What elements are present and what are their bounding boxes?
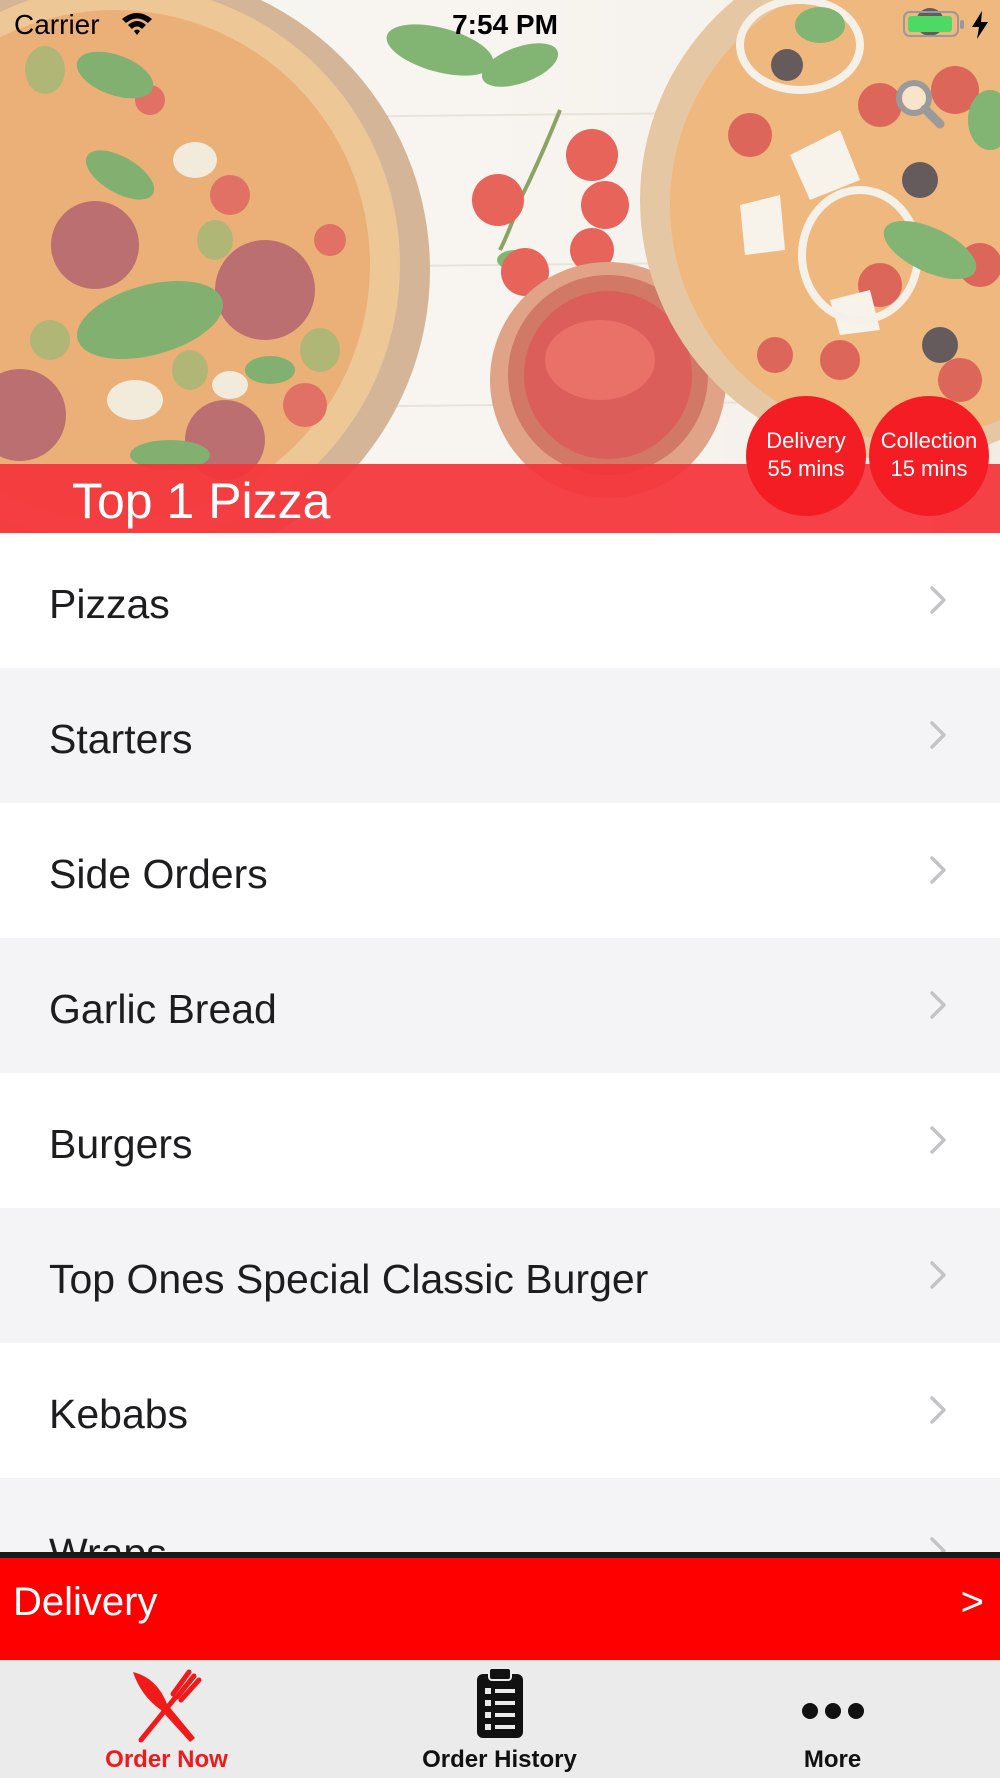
tab-more[interactable]: More [666, 1660, 999, 1778]
menu-category-label: Starters [49, 716, 193, 762]
menu-category-label: Kebabs [49, 1391, 189, 1437]
chevron-right-icon [929, 1125, 947, 1160]
tab-label: Order Now [105, 1746, 228, 1773]
tab-label: Order History [422, 1746, 577, 1773]
menu-category-row[interactable]: Side Orders [0, 803, 1000, 938]
collection-time-badge[interactable]: Collection 15 mins [869, 396, 989, 516]
chevron-right-icon [929, 1395, 947, 1430]
more-dots-icon [666, 1666, 999, 1745]
delivery-badge-time: 55 mins [767, 456, 845, 481]
menu-category-label: Garlic Bread [49, 986, 277, 1032]
status-bar: Carrier 7:54 PM [0, 0, 1000, 50]
tab-bar: Order Now Order History More [0, 1660, 1000, 1778]
restaurant-name: Top 1 Pizza [72, 473, 331, 529]
menu-category-row[interactable]: Burgers [0, 1073, 1000, 1208]
menu-category-label: Top Ones Special Classic Burger [49, 1256, 649, 1302]
chevron-right-icon [929, 585, 947, 620]
tab-order-now[interactable]: Order Now [0, 1660, 333, 1778]
tab-label: More [803, 1746, 862, 1773]
clipboard-icon [333, 1666, 666, 1745]
hero-banner: Carrier 7:54 PM Top 1 Pizza Delivery 55 … [0, 0, 1000, 533]
menu-category-row[interactable]: Top Ones Special Classic Burger [0, 1208, 1000, 1343]
fork-knife-icon [0, 1666, 333, 1749]
collection-badge-time: 15 mins [890, 456, 968, 481]
chevron-right-icon [929, 1260, 947, 1295]
search-icon[interactable] [890, 74, 950, 134]
chevron-right-icon [929, 720, 947, 755]
menu-category-label: Burgers [49, 1121, 193, 1167]
clock: 7:54 PM [452, 9, 558, 40]
menu-category-label: Side Orders [49, 851, 268, 897]
tab-order-history[interactable]: Order History [333, 1660, 666, 1778]
menu-category-row[interactable]: Garlic Bread [0, 938, 1000, 1073]
menu-category-row[interactable]: Pizzas [0, 533, 1000, 668]
chevron-right-icon [929, 990, 947, 1025]
menu-category-row[interactable]: Starters [0, 668, 1000, 803]
chevron-right-icon [929, 855, 947, 890]
delivery-mode-arrow: > [960, 1580, 984, 1624]
menu-category-list[interactable]: Pizzas Starters Side Orders Garlic Bread… [0, 533, 1000, 1552]
delivery-badge-label: Delivery [766, 428, 846, 453]
delivery-time-badge[interactable]: Delivery 55 mins [746, 396, 866, 516]
menu-category-row[interactable]: Kebabs [0, 1343, 1000, 1478]
menu-category-label: Pizzas [49, 581, 170, 627]
charging-icon [970, 10, 990, 45]
battery-icon [903, 11, 965, 44]
menu-category-row[interactable]: Wraps [0, 1478, 1000, 1552]
collection-badge-label: Collection [880, 428, 978, 453]
delivery-mode-label: Delivery [13, 1580, 158, 1624]
menu-category-label: Wraps [49, 1478, 167, 1552]
chevron-right-icon [929, 1536, 947, 1552]
delivery-mode-bar[interactable]: Delivery > [0, 1552, 1000, 1660]
